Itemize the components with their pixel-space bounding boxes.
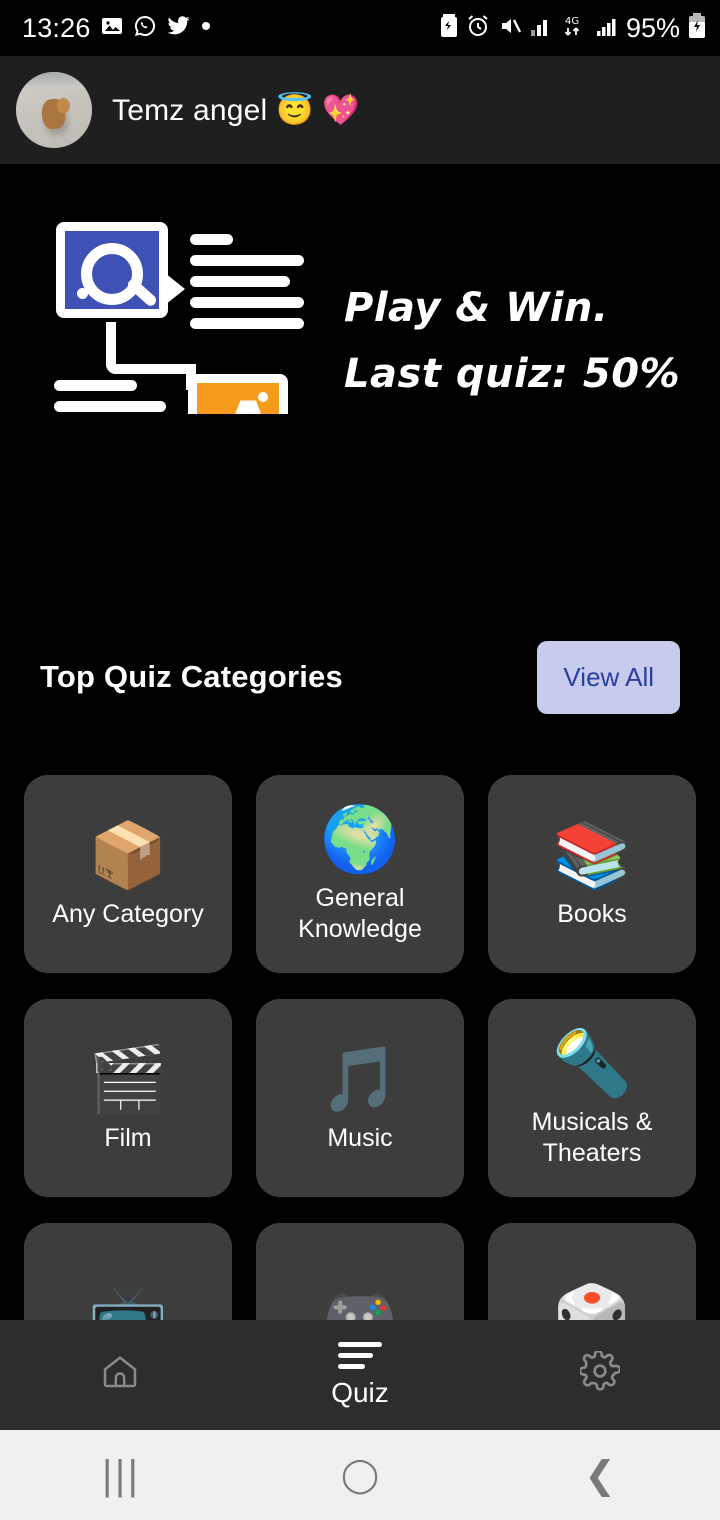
android-navigation-bar: ||| ◯ ❮	[0, 1430, 720, 1520]
category-card-general-knowledge[interactable]: 🌍 General Knowledge	[256, 775, 464, 973]
answer-card-notch	[171, 411, 191, 414]
username-label: Temz angel 😇 💖	[112, 93, 360, 127]
mute-icon	[498, 14, 522, 43]
category-label: Musicals & Theaters	[531, 1108, 653, 1167]
category-label: Music	[327, 1123, 393, 1152]
category-card-video-games[interactable]: 🎮	[256, 1223, 464, 1335]
status-time: 13:26	[22, 12, 91, 43]
category-grid: 📦 Any Category 🌍 General Knowledge 📚 Boo…	[0, 775, 720, 1335]
avatar-dog-head	[57, 97, 70, 114]
phone-screen: 13:26 4G 95% Temz angel 😇 💖 Play & Win. …	[0, 0, 720, 1520]
a-letter: A	[221, 393, 275, 414]
category-label: General Knowledge	[298, 884, 422, 943]
app-header: Temz angel 😇 💖	[0, 56, 720, 164]
quiz-illustration: A	[38, 212, 318, 414]
nav-item-settings[interactable]	[480, 1349, 720, 1399]
home-button[interactable]: ◯	[240, 1455, 480, 1495]
list-menu-icon	[338, 1341, 382, 1375]
answer-card-icon: A	[171, 374, 288, 414]
q-card-dot	[77, 288, 88, 299]
alarm-icon	[466, 14, 490, 43]
text-lines-bottom	[54, 380, 166, 414]
bottom-navigation: Quiz	[0, 1320, 720, 1430]
nav-item-home[interactable]	[0, 1351, 240, 1399]
connector-line	[106, 322, 194, 374]
category-card-any-category[interactable]: 📦 Any Category	[24, 775, 232, 973]
whatsapp-icon	[133, 14, 157, 43]
home-icon	[100, 1351, 140, 1399]
section-header: Top Quiz Categories View All	[0, 634, 720, 720]
recents-button[interactable]: |||	[0, 1453, 240, 1497]
q-letter-circle	[81, 243, 143, 305]
status-bar-right: 4G 95%	[440, 12, 706, 44]
nav-item-label: Quiz	[331, 1376, 389, 1408]
hero-banner[interactable]: A Play & Win. Last quiz: 50%	[22, 164, 698, 414]
music-note-icon: 🎵	[320, 1042, 400, 1117]
avatar-wall	[16, 72, 92, 89]
category-card-music[interactable]: 🎵 Music	[256, 999, 464, 1197]
globe-icon: 🌍	[320, 803, 400, 877]
avatar[interactable]	[16, 72, 92, 148]
question-card-notch	[165, 273, 185, 305]
category-card-books[interactable]: 📚 Books	[488, 775, 696, 973]
category-card-musicals-theaters[interactable]: 🔦 Musicals & Theaters	[488, 999, 696, 1197]
battery-saver-icon	[440, 13, 458, 43]
category-card-television[interactable]: 📺	[24, 1223, 232, 1335]
battery-charging-icon	[688, 12, 706, 44]
category-label: Any Category	[52, 899, 204, 928]
dot-icon	[200, 19, 212, 37]
back-button[interactable]: ❮	[480, 1453, 720, 1497]
question-card-icon	[56, 222, 185, 318]
category-label: Film	[104, 1123, 152, 1152]
gear-icon	[578, 1349, 622, 1399]
spotlights-icon: 🔦	[552, 1027, 632, 1101]
books-icon: 📚	[552, 818, 632, 893]
banner-last-quiz-score: Last quiz: 50%	[344, 351, 681, 397]
view-all-button[interactable]: View All	[537, 640, 680, 714]
category-card-board-games[interactable]: 🎲	[488, 1223, 696, 1335]
category-card-film[interactable]: 🎬 Film	[24, 999, 232, 1197]
status-bar: 13:26 4G 95%	[0, 0, 720, 56]
twitter-icon	[166, 14, 191, 43]
category-label: Books	[557, 899, 627, 928]
signal2-icon	[596, 15, 618, 42]
banner-text: Play & Win. Last quiz: 50%	[344, 282, 680, 400]
mystery-box-icon: 📦	[88, 818, 168, 893]
clapperboard-icon: 🎬	[88, 1042, 168, 1117]
nav-item-quiz[interactable]: Quiz	[240, 1341, 480, 1409]
status-bar-left: 13:26	[22, 13, 212, 44]
text-lines-top	[190, 234, 304, 339]
banner-headline: Play & Win.	[344, 285, 609, 331]
signal-icon	[530, 15, 552, 42]
battery-percent: 95%	[625, 12, 680, 43]
page-title: Top Quiz Categories	[40, 659, 343, 694]
4g-data-icon: 4G	[560, 13, 588, 44]
gallery-icon	[100, 14, 124, 43]
svg-text:4G: 4G	[565, 16, 579, 27]
